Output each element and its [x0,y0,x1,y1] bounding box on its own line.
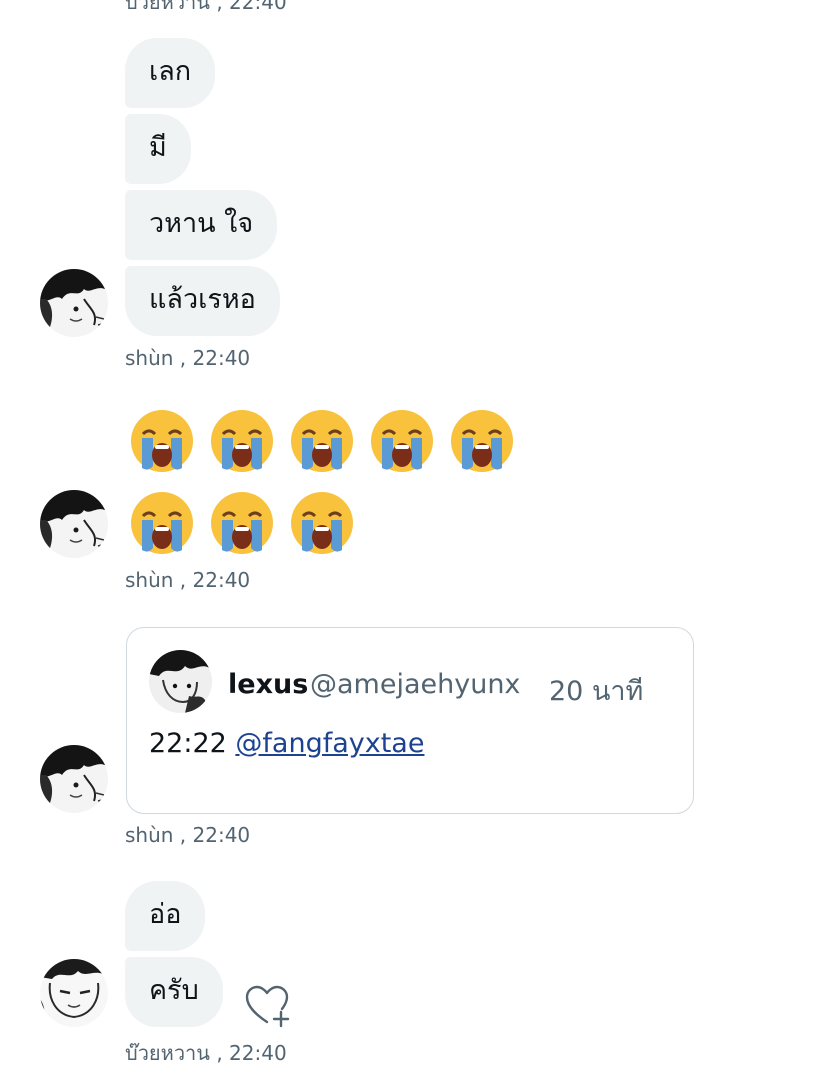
message-text: ครับ [149,975,199,1006]
quoted-tweet-body: 22:22 @fangfayxtae [149,728,424,759]
mention-link[interactable]: @fangfayxtae [235,728,424,759]
add-reaction-button[interactable] [243,982,291,1030]
loudly-crying-face-icon [131,492,193,554]
message-bubble[interactable]: มี [125,114,191,184]
loudly-crying-face-icon [451,410,513,472]
message-text: มี [149,132,167,163]
message-meta: shùn , 22:40 [125,823,251,847]
avatar-image [40,959,108,1027]
quoted-tweet-card[interactable]: lexus @amejaehyunx 20 นาที 22:22 @fangfa… [126,627,694,814]
message-text: แล้วเรหอ [149,284,256,315]
avatar-image [149,650,212,713]
message-meta: shùn , 22:40 [125,568,251,592]
message-meta-cutoff: บ๊วยหวาน , 22:40 [125,0,287,14]
avatar[interactable] [40,959,108,1027]
message-bubble[interactable]: เลก [125,38,216,108]
quoted-tweet-text: 22:22 [149,728,236,759]
loudly-crying-face-icon [291,410,353,472]
heart-plus-icon [245,985,290,1028]
message-bubble[interactable]: วหาน ใจ [125,190,278,260]
message-bubble[interactable]: แล้วเรหอ [125,266,280,336]
loudly-crying-face-icon [211,410,273,472]
quoted-tweet-time: 20 นาที [549,676,644,707]
avatar-image [40,490,108,558]
message-text: อ่อ [149,899,182,930]
loudly-crying-face-icon [131,410,193,472]
message-bubble[interactable]: อ่อ [125,881,206,951]
loudly-crying-face-icon [371,410,433,472]
avatar[interactable] [40,269,108,337]
avatar-image [40,269,108,337]
emoji-message-row-1[interactable] [129,408,515,474]
avatar[interactable] [40,490,108,558]
avatar-image [40,745,108,813]
quoted-tweet-avatar[interactable] [149,650,212,713]
loudly-crying-face-icon [211,492,273,554]
emoji-message-row-2[interactable] [129,490,355,556]
message-meta: บ๊วยหวาน , 22:40 [125,1041,287,1065]
message-text: เลก [149,56,192,87]
quoted-tweet-author-name[interactable]: lexus [228,669,308,700]
loudly-crying-face-icon [291,492,353,554]
message-meta: shùn , 22:40 [125,346,251,370]
message-text: วหาน ใจ [149,208,254,239]
message-bubble[interactable]: ครับ [125,957,223,1027]
avatar[interactable] [40,745,108,813]
quoted-tweet-author-handle[interactable]: @amejaehyunx [310,669,520,700]
